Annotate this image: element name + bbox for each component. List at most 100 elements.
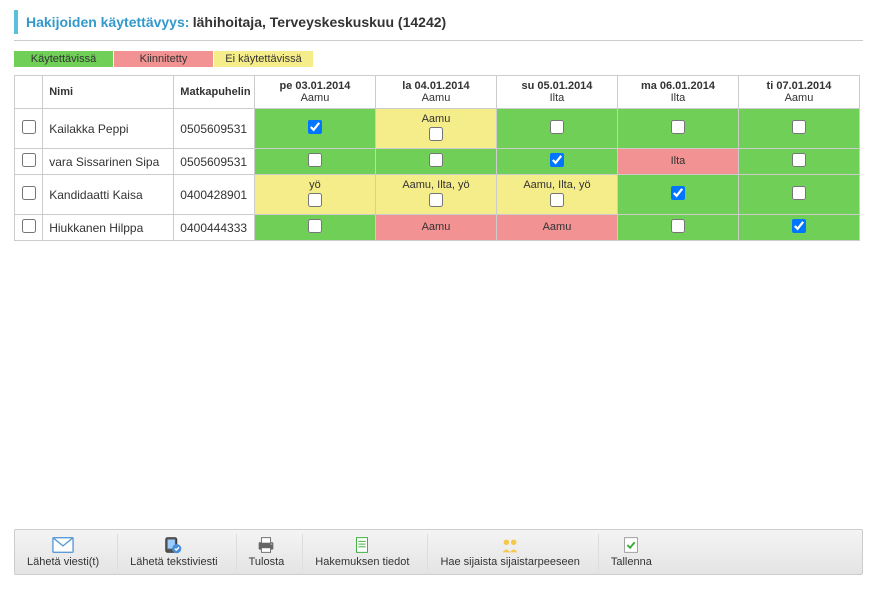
mail-icon [52,536,74,554]
availability-checkbox[interactable] [429,193,443,207]
row-select-checkbox[interactable] [22,219,36,233]
page-title-value: lähihoitaja, Terveyskeskuskuu (14242) [193,14,446,30]
availability-cell [375,149,496,175]
availability-cell [738,109,859,149]
availability-cell: Aamu, Ilta, yö [496,175,617,215]
availability-checkbox[interactable] [308,120,322,134]
save-icon [620,536,642,554]
header-day-3[interactable]: ma 06.01.2014 Ilta [617,76,738,109]
availability-note: Aamu [382,113,490,125]
page-title-label: Hakijoiden käytettävyys: [26,14,189,30]
print-button[interactable]: Tulosta [236,534,297,570]
save-button[interactable]: Tallenna [598,534,664,570]
availability-note: Aamu [382,221,490,233]
row-select-cell [15,149,43,175]
legend-pinned: Kiinnitetty [114,51,214,67]
availability-note: yö [261,179,369,191]
availability-cell: Aamu [496,215,617,241]
availability-cell: yö [254,175,375,215]
availability-checkbox[interactable] [792,153,806,167]
availability-cell: Aamu [375,109,496,149]
candidate-name: Hiukkanen Hilppa [43,215,174,241]
application-details-button[interactable]: Hakemuksen tiedot [302,534,421,570]
row-select-checkbox[interactable] [22,120,36,134]
candidate-phone: 0505609531 [174,109,255,149]
send-sms-button[interactable]: Lähetä tekstiviesti [117,534,229,570]
availability-checkbox[interactable] [671,186,685,200]
availability-note: Ilta [624,155,732,167]
document-icon [351,536,373,554]
table-row: Hiukkanen Hilppa0400444333 Aamu Aamu [15,215,860,241]
page-title: Hakijoiden käytettävyys: lähihoitaja, Te… [14,10,863,34]
toolbar: Lähetä viesti(t) Lähetä tekstiviesti Tulos… [14,529,863,575]
candidate-name: Kandidaatti Kaisa [43,175,174,215]
row-select-checkbox[interactable] [22,186,36,200]
availability-checkbox[interactable] [792,186,806,200]
availability-checkbox[interactable] [792,219,806,233]
availability-checkbox[interactable] [550,153,564,167]
row-select-checkbox[interactable] [22,153,36,167]
candidate-phone: 0400428901 [174,175,255,215]
availability-cell [254,109,375,149]
availability-checkbox[interactable] [308,153,322,167]
availability-cell [617,215,738,241]
availability-cell [496,149,617,175]
row-select-cell [15,215,43,241]
availability-checkbox[interactable] [792,120,806,134]
legend-unavailable: Ei käytettävissä [214,51,314,67]
availability-checkbox[interactable] [550,193,564,207]
availability-cell [496,109,617,149]
availability-checkbox[interactable] [308,219,322,233]
printer-icon [255,536,277,554]
separator [14,40,863,41]
availability-checkbox[interactable] [671,219,685,233]
sms-icon [163,536,185,554]
toolbar-button-label: Hakemuksen tiedot [315,556,409,568]
table-row: Kailakka Peppi0505609531 Aamu [15,109,860,149]
header-day-4[interactable]: ti 07.01.2014 Aamu [738,76,859,109]
availability-note: Aamu [503,221,611,233]
find-substitute-button[interactable]: Hae sijaista sijaistarpeeseen [427,534,591,570]
header-phone[interactable]: Matkapuhelin [174,76,255,109]
availability-cell [617,175,738,215]
availability-cell [617,109,738,149]
toolbar-button-label: Lähetä viesti(t) [27,556,99,568]
availability-cell: Aamu [375,215,496,241]
availability-cell [738,175,859,215]
table-row: Kandidaatti Kaisa0400428901 yö Aamu, Ilta,… [15,175,860,215]
availability-cell: Ilta [617,149,738,175]
send-message-button[interactable]: Lähetä viesti(t) [15,534,111,570]
availability-cell: Aamu, Ilta, yö [375,175,496,215]
toolbar-button-label: Tallenna [611,556,652,568]
header-day-0[interactable]: pe 03.01.2014 Aamu [254,76,375,109]
legend-available: Käytettävissä [14,51,114,67]
candidate-name: Kailakka Peppi [43,109,174,149]
header-day-2[interactable]: su 05.01.2014 Ilta [496,76,617,109]
availability-cell [254,149,375,175]
candidate-phone: 0505609531 [174,149,255,175]
row-select-cell [15,175,43,215]
toolbar-button-label: Hae sijaista sijaistarpeeseen [440,556,579,568]
availability-note: Aamu, Ilta, yö [382,179,490,191]
legend: Käytettävissä Kiinnitetty Ei käytettävis… [14,51,314,67]
table-row: vara Sissarinen Sipa0505609531 Ilta [15,149,860,175]
availability-cell [254,215,375,241]
header-name[interactable]: Nimi [43,76,174,109]
row-select-cell [15,109,43,149]
availability-checkbox[interactable] [429,153,443,167]
availability-checkbox[interactable] [671,120,685,134]
availability-checkbox[interactable] [550,120,564,134]
availability-cell [738,215,859,241]
candidate-phone: 0400444333 [174,215,255,241]
availability-table: Nimi Matkapuhelin pe 03.01.2014 Aamu la … [14,75,860,241]
people-icon [499,536,521,554]
toolbar-button-label: Tulosta [249,556,285,568]
header-select [15,76,43,109]
candidate-name: vara Sissarinen Sipa [43,149,174,175]
availability-cell [738,149,859,175]
availability-checkbox[interactable] [429,127,443,141]
toolbar-button-label: Lähetä tekstiviesti [130,556,217,568]
availability-checkbox[interactable] [308,193,322,207]
availability-note: Aamu, Ilta, yö [503,179,611,191]
header-day-1[interactable]: la 04.01.2014 Aamu [375,76,496,109]
